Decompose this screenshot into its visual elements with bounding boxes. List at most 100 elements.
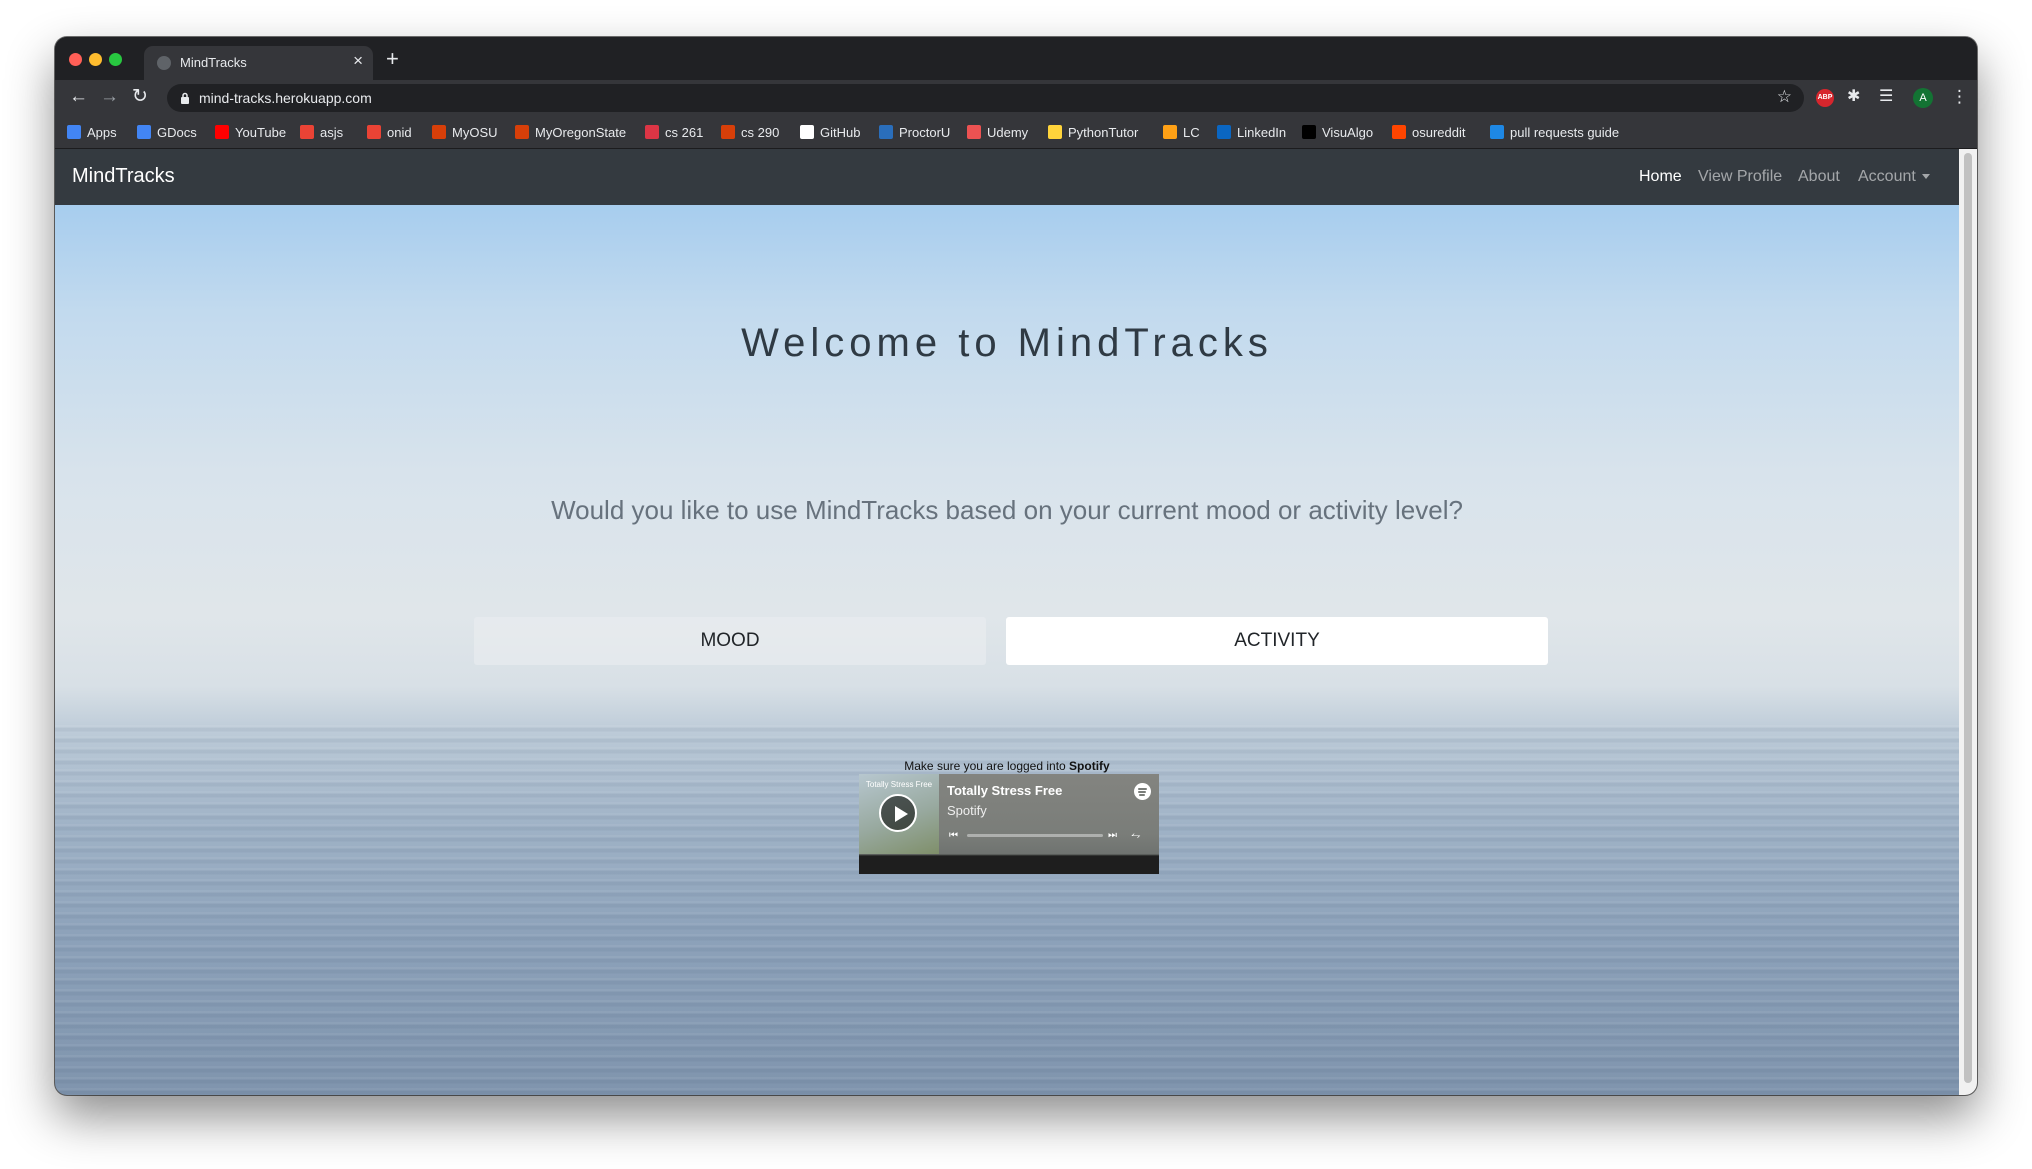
tab-strip: MindTracks × + [55,37,1977,80]
bookmark-osureddit[interactable]: osureddit [1392,124,1465,140]
bookmark-apps[interactable]: Apps [67,124,117,140]
tab-title: MindTracks [180,55,247,70]
bookmark-favicon-icon [1048,125,1062,139]
bookmark-onid[interactable]: onid [367,124,412,140]
tab-close-icon[interactable]: × [353,52,363,70]
bookmark-lc[interactable]: LC [1163,124,1200,140]
progress-bar[interactable] [967,834,1103,837]
media-queue-icon[interactable]: ☰ [1879,87,1893,107]
new-tab-button[interactable]: + [386,48,399,70]
bookmark-favicon-icon [1490,125,1504,139]
bookmark-asjs[interactable]: asjs [300,124,343,140]
page-scrollbar[interactable] [1959,149,1977,1095]
browser-tab-mindtracks[interactable]: MindTracks × [144,46,373,80]
nav-link-about[interactable]: About [1798,168,1840,186]
bookmark-cs-261[interactable]: cs 261 [645,124,703,140]
lock-icon [181,92,189,104]
nav-link-view-profile[interactable]: View Profile [1698,168,1782,186]
close-window-button[interactable] [69,53,82,66]
puzzle-icon[interactable]: ✱ [1847,87,1860,107]
track-artist[interactable]: Spotify [947,803,987,818]
address-bar[interactable]: mind-tracks.herokuapp.com ☆ [167,84,1804,112]
globe-icon [157,56,171,70]
bookmark-label: asjs [320,124,344,140]
bookmark-label: GitHub [820,124,861,140]
bookmark-udemy[interactable]: Udemy [967,124,1028,140]
bookmark-favicon-icon [721,125,735,139]
hero-question: Would you like to use MindTracks based o… [551,495,1463,525]
album-cover: Totally Stress Free [859,774,939,854]
bookmark-favicon-icon [215,125,229,139]
bookmark-linkedin[interactable]: LinkedIn [1217,124,1286,140]
bookmark-proctoru[interactable]: ProctorU [879,124,950,140]
adblock-plus-icon[interactable]: ABP [1816,89,1834,107]
bookmark-label: onid [387,124,412,140]
bookmark-gdocs[interactable]: GDocs [137,124,197,140]
spotify-note-brand: Spotify [1069,759,1110,773]
nav-dropdown-account[interactable]: Account [1858,168,1930,186]
bookmark-label: GDocs [157,124,197,140]
hero-section: Welcome to MindTracks Would you like to … [55,205,1959,1095]
forward-icon[interactable]: → [100,87,119,107]
account-label: Account [1858,168,1916,185]
browser-window: MindTracks × + ← → ↻ mind-tracks.herokua… [55,37,1977,1095]
bookmark-favicon-icon [67,125,81,139]
page-viewport: MindTracks Home View Profile About Accou… [55,149,1959,1095]
kebab-menu-icon[interactable]: ⋮ [1951,87,1968,107]
star-icon[interactable]: ☆ [1777,87,1792,107]
bookmark-favicon-icon [879,125,893,139]
reload-icon[interactable]: ↻ [132,87,148,107]
bookmark-favicon-icon [1217,125,1231,139]
bookmark-label: Udemy [987,124,1029,140]
bookmark-favicon-icon [800,125,814,139]
share-icon[interactable]: ⥊ [1131,828,1141,843]
back-icon[interactable]: ← [69,87,88,107]
maximize-window-button[interactable] [109,53,122,66]
spotify-player: Totally Stress Free Totally Stress Free … [859,774,1159,874]
track-title[interactable]: Totally Stress Free [947,783,1062,798]
play-icon [895,806,908,822]
caret-down-icon [1921,174,1930,180]
bookmark-label: MyOSU [452,124,498,140]
bookmark-github[interactable]: GitHub [800,124,860,140]
bookmark-visualgo[interactable]: VisuAlgo [1302,124,1373,140]
bookmark-label: pull requests guide [1510,124,1620,140]
cover-text: Totally Stress Free [865,780,933,789]
url-text: mind-tracks.herokuapp.com [199,90,372,106]
site-navbar: MindTracks Home View Profile About Accou… [55,149,1959,205]
bookmark-cs-290[interactable]: cs 290 [721,124,779,140]
bookmark-label: LinkedIn [1237,124,1287,140]
bookmark-favicon-icon [300,125,314,139]
previous-track-icon[interactable]: ⏮ [949,830,958,841]
spotify-logo-icon[interactable] [1134,783,1151,800]
brand-link[interactable]: MindTracks [72,165,175,188]
bookmark-favicon-icon [967,125,981,139]
bookmark-label: YouTube [235,124,287,140]
bookmark-pythontutor[interactable]: PythonTutor [1048,124,1138,140]
bookmark-favicon-icon [137,125,151,139]
play-button[interactable] [879,794,917,832]
nav-link-home[interactable]: Home [1639,168,1682,186]
bookmark-label: cs 290 [741,124,780,140]
next-track-icon[interactable]: ⏭ [1108,830,1117,841]
bookmark-favicon-icon [367,125,381,139]
bookmark-pull-requests-guide[interactable]: pull requests guide [1490,124,1619,140]
minimize-window-button[interactable] [89,53,102,66]
bookmark-myosu[interactable]: MyOSU [432,124,498,140]
activity-button[interactable]: ACTIVITY [1006,617,1548,665]
bookmark-label: cs 261 [665,124,704,140]
mood-button[interactable]: MOOD [474,617,986,665]
bookmark-myoregonstate[interactable]: MyOregonState [515,124,626,140]
bookmark-label: ProctorU [899,124,951,140]
page-title: Welcome to MindTracks [741,321,1273,365]
spotify-note-text: Make sure you are logged into [904,759,1066,773]
bookmark-favicon-icon [515,125,529,139]
bookmark-favicon-icon [1392,125,1406,139]
bookmark-label: PythonTutor [1068,124,1139,140]
scrollbar-thumb[interactable] [1964,153,1972,1083]
spotify-login-note: Make sure you are logged into Spotify [55,759,1959,773]
bookmark-label: VisuAlgo [1322,124,1374,140]
bookmark-youtube[interactable]: YouTube [215,124,286,140]
avatar[interactable]: A [1913,88,1933,108]
bookmark-label: osureddit [1412,124,1466,140]
